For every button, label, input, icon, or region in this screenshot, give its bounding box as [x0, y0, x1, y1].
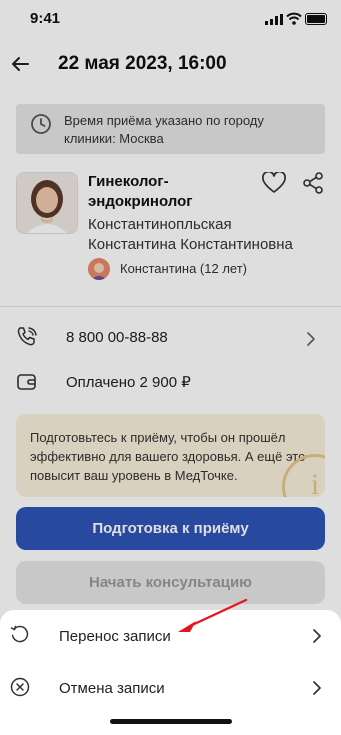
home-indicator: [110, 719, 232, 724]
cancel-circle-icon: [10, 677, 30, 697]
rotate-icon: [10, 625, 29, 643]
cancel-item[interactable]: Отмена записи: [0, 662, 341, 714]
chevron-right-icon: [313, 629, 321, 643]
cancel-label: Отмена записи: [59, 680, 165, 697]
annotation-arrow-icon: [178, 598, 248, 632]
reschedule-label: Перенос записи: [59, 628, 171, 645]
chevron-right-icon: [313, 681, 321, 695]
